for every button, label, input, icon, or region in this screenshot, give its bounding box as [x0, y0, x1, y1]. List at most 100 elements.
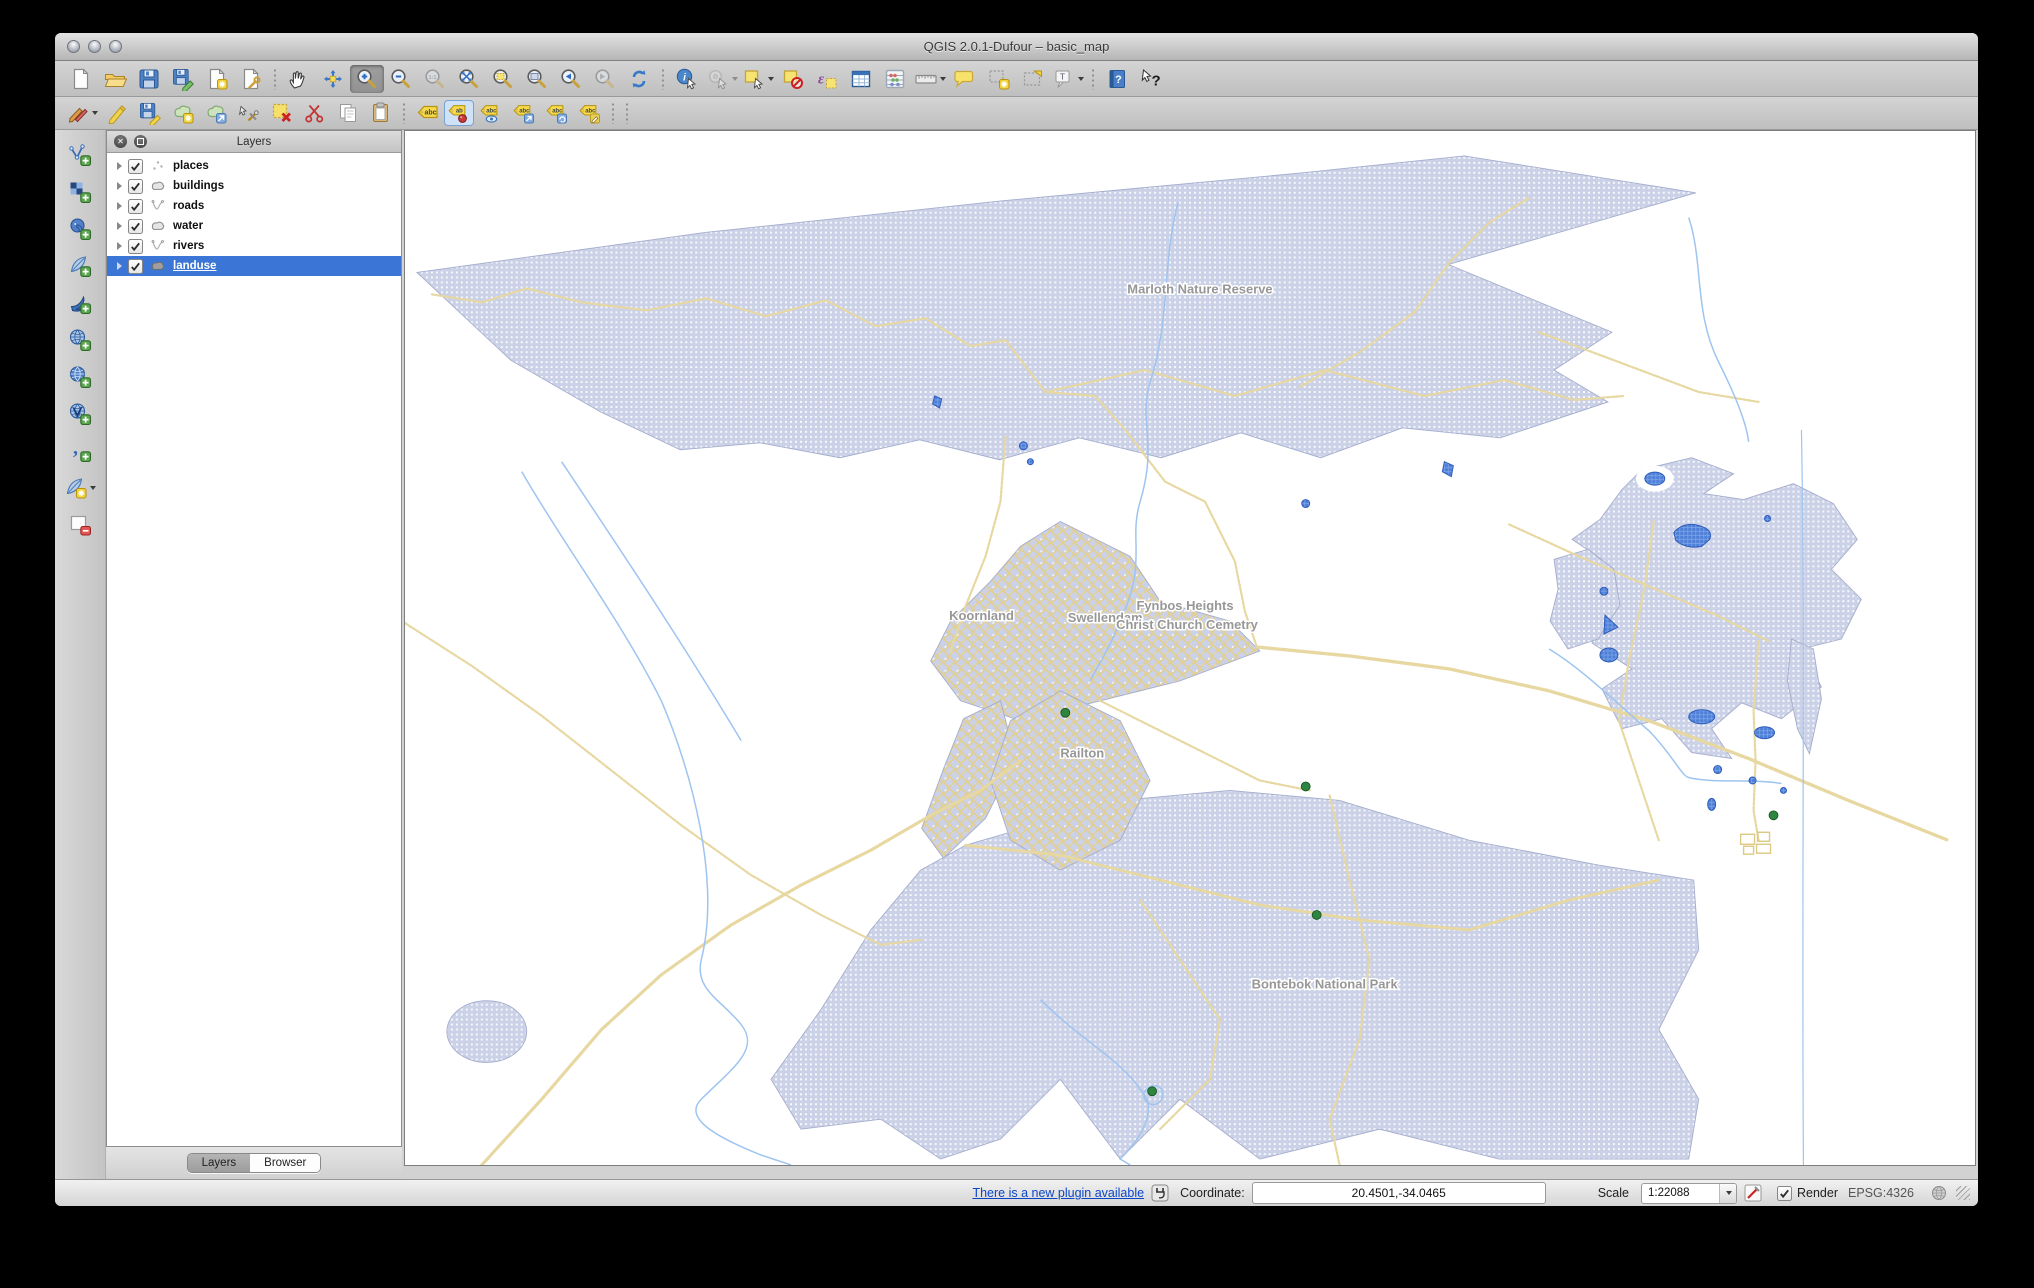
resize-grip[interactable]: [1956, 1186, 1970, 1200]
whats-this-button[interactable]: ?: [1134, 65, 1168, 93]
add-wfs-layer-button[interactable]: [59, 399, 101, 429]
layer-checkbox[interactable]: [128, 198, 143, 214]
rotate-label-button[interactable]: abc: [540, 100, 573, 126]
toggle-editing-button[interactable]: [100, 100, 133, 126]
deselect-features-button[interactable]: [776, 65, 810, 93]
render-toggle[interactable]: Render: [1776, 1185, 1838, 1201]
layer-row-places[interactable]: places: [107, 156, 401, 176]
expand-arrow-icon[interactable]: [117, 182, 122, 190]
plugin-icon[interactable]: [1151, 1184, 1169, 1202]
expand-arrow-icon[interactable]: [117, 162, 122, 170]
cut-features-button[interactable]: [298, 100, 331, 126]
expand-arrow-icon[interactable]: [117, 242, 122, 250]
select-by-expression-button[interactable]: ε: [810, 65, 844, 93]
zoom-to-selection-button[interactable]: [486, 65, 520, 93]
new-plugin-link[interactable]: There is a new plugin available: [972, 1186, 1144, 1200]
add-feature-button[interactable]: [166, 100, 199, 126]
map-tips-button[interactable]: [948, 65, 982, 93]
measure-line-button[interactable]: [912, 65, 948, 93]
panel-close-icon[interactable]: ✕: [114, 135, 127, 148]
paste-features-button[interactable]: [364, 100, 397, 126]
layer-row-roads[interactable]: roads: [107, 196, 401, 216]
layer-checkbox[interactable]: [128, 218, 143, 234]
help-contents-button[interactable]: ?: [1100, 65, 1134, 93]
zoom-in-button[interactable]: [350, 64, 384, 93]
text-annotation-button[interactable]: T: [1050, 65, 1086, 93]
show-bookmarks-button[interactable]: [1016, 65, 1050, 93]
select-features-button[interactable]: [740, 65, 776, 93]
crs-globe-icon[interactable]: [1931, 1185, 1947, 1201]
open-project-button[interactable]: [98, 65, 132, 93]
move-feature-button[interactable]: [199, 100, 232, 126]
zoom-next-button[interactable]: [588, 65, 622, 93]
layer-row-rivers[interactable]: rivers: [107, 236, 401, 256]
change-label-properties-button[interactable]: abc: [573, 100, 606, 126]
add-postgis-layer-button[interactable]: [59, 214, 101, 244]
map-canvas[interactable]: Marloth Nature ReserveKoornland Swellenda…: [404, 130, 1976, 1166]
add-mssql-layer-button[interactable]: [59, 288, 101, 318]
dropdown-arrow-icon[interactable]: [768, 76, 774, 81]
render-checkbox[interactable]: [1776, 1185, 1792, 1201]
add-delimited-text-layer-button[interactable]: ,: [59, 436, 101, 466]
zoom-out-button[interactable]: [384, 65, 418, 93]
save-layer-edits-button[interactable]: [133, 100, 166, 126]
zoom-full-button[interactable]: [452, 65, 486, 93]
panel-tab-browser[interactable]: Browser: [250, 1154, 321, 1172]
dropdown-arrow-icon[interactable]: [92, 111, 98, 115]
copy-features-button[interactable]: [331, 100, 364, 126]
zoom-to-layer-button[interactable]: [520, 65, 554, 93]
current-edits-button[interactable]: [64, 100, 100, 126]
labeling-options-button[interactable]: abc: [411, 100, 444, 126]
zoom-actual-size-button[interactable]: 1:1: [418, 65, 452, 93]
add-wms-layer-button[interactable]: [59, 325, 101, 355]
dropdown-arrow-icon[interactable]: [732, 76, 738, 81]
run-feature-action-button[interactable]: [704, 65, 740, 93]
panel-tab-layers[interactable]: Layers: [187, 1154, 251, 1172]
layer-checkbox[interactable]: [128, 258, 143, 274]
layer-checkbox[interactable]: [128, 178, 143, 194]
identify-features-button[interactable]: i: [670, 65, 704, 93]
save-project-as-button[interactable]: [166, 65, 200, 93]
scale-dropdown-icon[interactable]: [1718, 1183, 1736, 1203]
expand-arrow-icon[interactable]: [117, 202, 122, 210]
pan-to-selection-button[interactable]: [316, 65, 350, 93]
dropdown-arrow-icon[interactable]: [940, 76, 946, 81]
coordinate-input[interactable]: [1251, 1182, 1546, 1204]
pin-unpin-labels-button[interactable]: ab: [444, 100, 474, 126]
add-spatialite-layer-button[interactable]: [59, 251, 101, 281]
pan-map-button[interactable]: [282, 65, 316, 93]
stop-render-icon[interactable]: [1744, 1184, 1762, 1202]
expand-arrow-icon[interactable]: [117, 222, 122, 230]
open-attribute-table-button[interactable]: [844, 65, 878, 93]
new-print-composer-button[interactable]: [200, 65, 234, 93]
layer-checkbox[interactable]: [128, 158, 143, 174]
move-label-button[interactable]: abc: [507, 100, 540, 126]
add-vector-layer-button[interactable]: [59, 140, 101, 170]
zoom-window-button[interactable]: [109, 40, 122, 53]
show-hide-labels-button[interactable]: abc: [474, 100, 507, 126]
dropdown-arrow-icon[interactable]: [90, 486, 96, 490]
close-button[interactable]: [67, 40, 80, 53]
new-project-button[interactable]: [64, 65, 98, 93]
new-shapefile-layer-button[interactable]: [59, 473, 101, 503]
add-raster-layer-button[interactable]: [59, 177, 101, 207]
refresh-map-button[interactable]: [622, 65, 656, 93]
dropdown-arrow-icon[interactable]: [1078, 76, 1084, 81]
expand-arrow-icon[interactable]: [117, 262, 122, 270]
field-calculator-button[interactable]: [878, 65, 912, 93]
layer-row-landuse[interactable]: landuse: [107, 256, 401, 276]
panel-float-icon[interactable]: [134, 135, 147, 148]
node-tool-button[interactable]: [232, 100, 265, 126]
delete-selected-button[interactable]: [265, 100, 298, 126]
save-project-button[interactable]: [132, 65, 166, 93]
add-wcs-layer-button[interactable]: [59, 362, 101, 392]
composer-manager-button[interactable]: [234, 65, 268, 93]
layer-checkbox[interactable]: [128, 238, 143, 254]
layer-row-water[interactable]: water: [107, 216, 401, 236]
remove-layer-group-button[interactable]: [59, 510, 101, 540]
zoom-last-button[interactable]: [554, 65, 588, 93]
layer-row-buildings[interactable]: buildings: [107, 176, 401, 196]
minimize-button[interactable]: [88, 40, 101, 53]
new-bookmark-button[interactable]: [982, 65, 1016, 93]
scale-combobox[interactable]: 1:22088: [1640, 1182, 1737, 1204]
